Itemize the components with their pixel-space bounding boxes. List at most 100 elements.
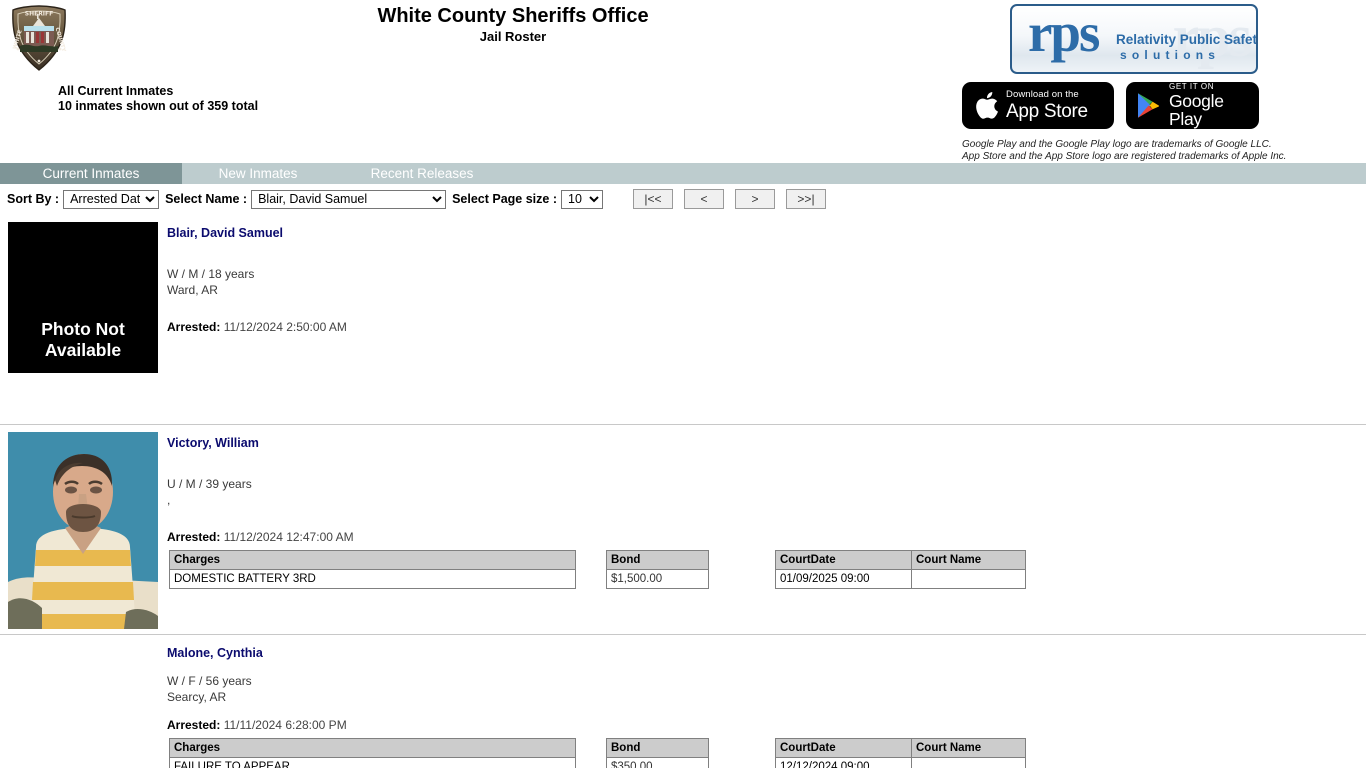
court-date-header: CourtDate: [775, 550, 912, 570]
tab-current-inmates-label: Current Inmates: [42, 166, 140, 181]
table-header-row: CourtDate Court Name: [775, 738, 1026, 758]
arrested-value: 11/12/2024 2:50:00 AM: [223, 320, 347, 334]
court-date-header: CourtDate: [775, 738, 912, 758]
app-store-big-text: App Store: [1006, 100, 1088, 122]
inmate-arrested: Arrested: 11/11/2024 6:28:00 PM: [167, 718, 1366, 732]
trademark-line-2: App Store and the App Store logo are reg…: [962, 150, 1287, 162]
tab-recent-releases-label: Recent Releases: [370, 166, 474, 181]
inmate-row: Victory, William U / M / 39 years , Arre…: [0, 425, 1366, 635]
summary-line-1: All Current Inmates: [58, 84, 174, 98]
inmate-demographics: U / M / 39 years ,: [167, 477, 1366, 508]
trademark-line-1: Google Play and the Google Play logo are…: [962, 139, 1272, 150]
filter-controls: Sort By : Arrested Date Select Name : Bl…: [0, 188, 1366, 210]
inmate-demographics: W / F / 56 years Searcy, AR: [167, 674, 1366, 705]
inmate-city: ,: [167, 492, 171, 507]
inmate-charges-tables: Charges FAILURE TO APPEAR Bond $350.00 C…: [167, 738, 1366, 768]
pagination: |<< < > >>|: [633, 189, 826, 209]
google-play-button[interactable]: GET IT ON Google Play: [1126, 82, 1259, 129]
photo-not-available-placeholder: Photo Not Available: [8, 222, 158, 373]
charges-table: Charges DOMESTIC BATTERY 3RD: [169, 550, 576, 589]
inmate-photo-column: [0, 432, 167, 629]
inmate-photo-column: Photo Not Available: [0, 222, 167, 419]
table-header-row: Bond: [606, 738, 709, 758]
charge-value: DOMESTIC BATTERY 3RD: [169, 569, 576, 589]
inmate-race-sex-age: W / F / 56 years: [167, 674, 252, 688]
pagination-first-button[interactable]: |<<: [633, 189, 673, 209]
rps-tagline-1: Relativity Public Safety: [1116, 32, 1258, 47]
inmate-arrested: Arrested: 11/12/2024 12:47:00 AM: [167, 530, 1366, 544]
apple-icon: [973, 90, 999, 121]
inmate-city: Searcy, AR: [167, 689, 227, 704]
inmate-name-link[interactable]: Malone, Cynthia: [167, 646, 263, 660]
arrested-label: Arrested:: [167, 320, 221, 334]
inmate-race-sex-age: U / M / 39 years: [167, 477, 252, 491]
page-title: White County Sheriffs Office: [377, 5, 649, 27]
inmate-photo: [8, 432, 158, 629]
inmate-roster: Photo Not Available Blair, David Samuel …: [0, 215, 1366, 768]
inmate-name-link[interactable]: Victory, William: [167, 436, 259, 450]
inmate-info-column: Blair, David Samuel W / M / 18 years War…: [167, 222, 1366, 419]
table-row: 12/12/2024 09:00: [775, 757, 1026, 768]
select-name-select[interactable]: Blair, David Samuel: [251, 189, 447, 209]
inmate-name-link[interactable]: Blair, David Samuel: [167, 226, 283, 240]
tab-new-inmates-label: New Inmates: [218, 166, 298, 181]
inmate-row: Malone, Cynthia W / F / 56 years Searcy,…: [0, 635, 1366, 768]
google-play-icon: [1135, 91, 1162, 120]
inmate-info-column: Malone, Cynthia W / F / 56 years Searcy,…: [167, 642, 1366, 768]
inmate-row: Photo Not Available Blair, David Samuel …: [0, 215, 1366, 425]
sort-by-select[interactable]: Arrested Date: [63, 189, 160, 209]
court-date-value: 01/09/2025 09:00: [775, 569, 912, 589]
table-row: FAILURE TO APPEAR: [169, 757, 576, 768]
arrested-value: 11/12/2024 12:47:00 AM: [223, 530, 354, 544]
tab-recent-releases[interactable]: Recent Releases: [334, 163, 510, 184]
tab-current-inmates[interactable]: Current Inmates: [0, 163, 182, 184]
rps-logo[interactable]: rps rps Relativity Public Safety solutio…: [1010, 4, 1258, 74]
court-name-value: [911, 569, 1026, 589]
arrested-value: 11/11/2024 6:28:00 PM: [223, 718, 347, 732]
inmate-mugshot-image: [8, 432, 158, 629]
rps-tagline-2: solutions: [1120, 48, 1221, 62]
photo-unavailable-line-2: Available: [44, 340, 122, 360]
roster-summary: All Current Inmates 10 inmates shown out…: [58, 84, 258, 114]
trademark-notice: Google Play and the Google Play logo are…: [962, 139, 1286, 162]
table-row: $350.00: [606, 757, 709, 768]
court-table: CourtDate Court Name 01/09/2025 09:00: [775, 550, 1026, 589]
table-header-row: Charges: [169, 550, 576, 570]
google-play-small-text: GET IT ON: [1169, 82, 1215, 91]
app-store-button[interactable]: Download on the App Store: [962, 82, 1114, 129]
charges-table: Charges FAILURE TO APPEAR: [169, 738, 576, 768]
court-name-value: [911, 757, 1026, 768]
charge-value: FAILURE TO APPEAR: [169, 757, 576, 768]
table-header-row: Bond: [606, 550, 709, 570]
bond-value: $1,500.00: [606, 569, 709, 589]
inmate-info-column: Victory, William U / M / 39 years , Arre…: [167, 432, 1366, 629]
bond-header: Bond: [606, 550, 709, 570]
app-store-small-text: Download on the: [1006, 89, 1079, 101]
google-play-big-text: Google Play: [1169, 91, 1224, 129]
bond-table: Bond $350.00: [606, 738, 709, 768]
tab-new-inmates[interactable]: New Inmates: [182, 163, 334, 184]
google-play-label: GET IT ON Google Play: [1169, 83, 1259, 128]
table-row: 01/09/2025 09:00: [775, 569, 1026, 589]
photo-unavailable-line-1: Photo Not: [41, 319, 125, 339]
court-name-header: Court Name: [911, 738, 1026, 758]
arrested-label: Arrested:: [167, 718, 221, 732]
court-date-value: 12/12/2024 09:00: [775, 757, 912, 768]
rps-wordmark: rps: [1028, 4, 1100, 63]
inmate-city: Ward, AR: [167, 282, 218, 297]
pagination-next-button[interactable]: >: [735, 189, 775, 209]
table-header-row: CourtDate Court Name: [775, 550, 1026, 570]
page-subtitle: Jail Roster: [479, 29, 547, 44]
inmate-photo-column: [0, 642, 167, 768]
select-name-label: Select Name :: [165, 192, 248, 206]
charges-header: Charges: [169, 738, 576, 758]
table-row: DOMESTIC BATTERY 3RD: [169, 569, 576, 589]
app-store-label: Download on the App Store: [1006, 90, 1088, 121]
pagination-last-button[interactable]: >>|: [786, 189, 826, 209]
pagination-prev-button[interactable]: <: [684, 189, 724, 209]
page-size-select[interactable]: 10: [561, 189, 603, 209]
inmate-arrested: Arrested: 11/12/2024 2:50:00 AM: [167, 320, 1366, 334]
arrested-label: Arrested:: [167, 530, 221, 544]
inmate-race-sex-age: W / M / 18 years: [167, 267, 255, 281]
sort-by-label: Sort By :: [7, 192, 60, 206]
